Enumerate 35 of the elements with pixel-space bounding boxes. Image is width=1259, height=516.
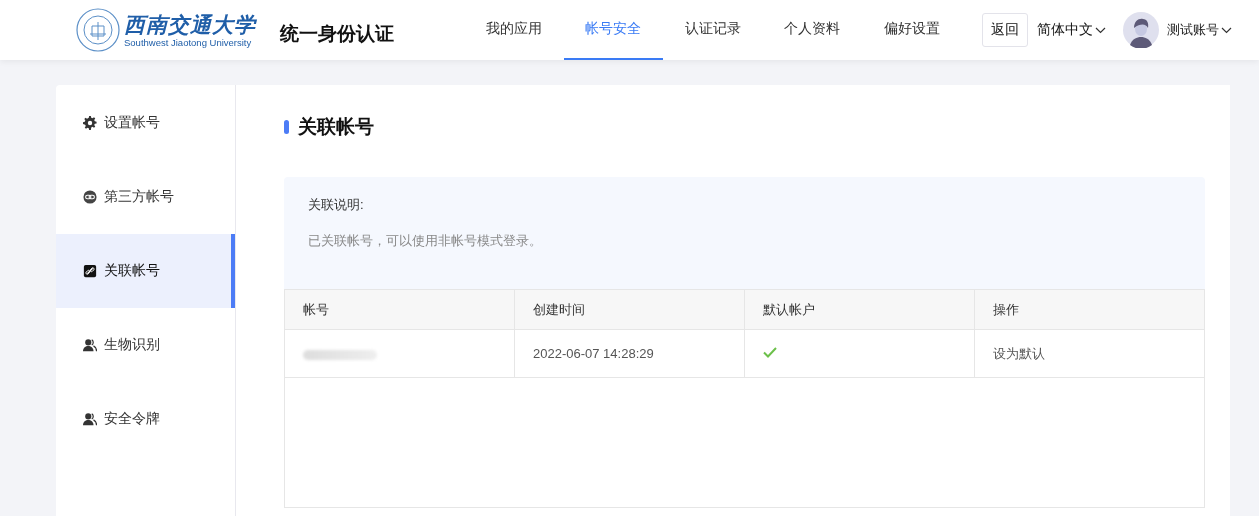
accent-bar: [284, 120, 289, 134]
sidebar-item[interactable]: 设置帐号: [56, 86, 235, 160]
language-selector[interactable]: 简体中文: [1037, 21, 1106, 39]
nav-tab[interactable]: 偏好设置: [862, 0, 962, 60]
sidebar-item[interactable]: 生物识别: [56, 308, 235, 382]
notice-text: 已关联帐号，可以使用非帐号模式登录。: [308, 232, 543, 250]
avatar-icon[interactable]: [1123, 12, 1159, 48]
sidebar-item[interactable]: 关联帐号: [56, 234, 235, 308]
column-header: 创建时间: [514, 289, 745, 330]
users-icon: [83, 338, 97, 352]
column-header: 默认帐户: [744, 289, 975, 330]
settings-icon: [83, 116, 97, 130]
back-button[interactable]: 返回: [982, 13, 1028, 47]
column-header: 操作: [974, 289, 1205, 330]
users-icon: [83, 412, 97, 426]
table-cell: 设为默认: [974, 329, 1205, 378]
caret-icon: [1095, 26, 1106, 34]
university-subtitle: Southwest Jiaotong University: [124, 36, 253, 48]
nav-tab[interactable]: 认证记录: [663, 0, 763, 60]
nav-tab[interactable]: 我的应用: [464, 0, 564, 60]
sidebar-item[interactable]: 第三方帐号: [56, 160, 235, 234]
table-cell: 2022-06-07 14:28:29: [514, 329, 745, 378]
link-icon: [83, 190, 97, 204]
nav-tab[interactable]: 帐号安全: [563, 0, 663, 60]
university-seal-icon: [76, 8, 120, 52]
user-menu[interactable]: 测试账号: [1167, 21, 1232, 39]
site-title: 统一身份认证: [280, 22, 394, 46]
link-icon: [83, 264, 97, 278]
caret-icon: [1221, 26, 1232, 34]
sidebar-item[interactable]: 安全令牌: [56, 382, 235, 456]
nav-tab[interactable]: 个人资料: [762, 0, 862, 60]
university-name: 西南交通大学: [124, 12, 256, 37]
notice-title: 关联说明:: [308, 196, 365, 214]
column-header: 帐号: [284, 289, 515, 330]
section-title-text: 关联帐号: [298, 115, 374, 139]
